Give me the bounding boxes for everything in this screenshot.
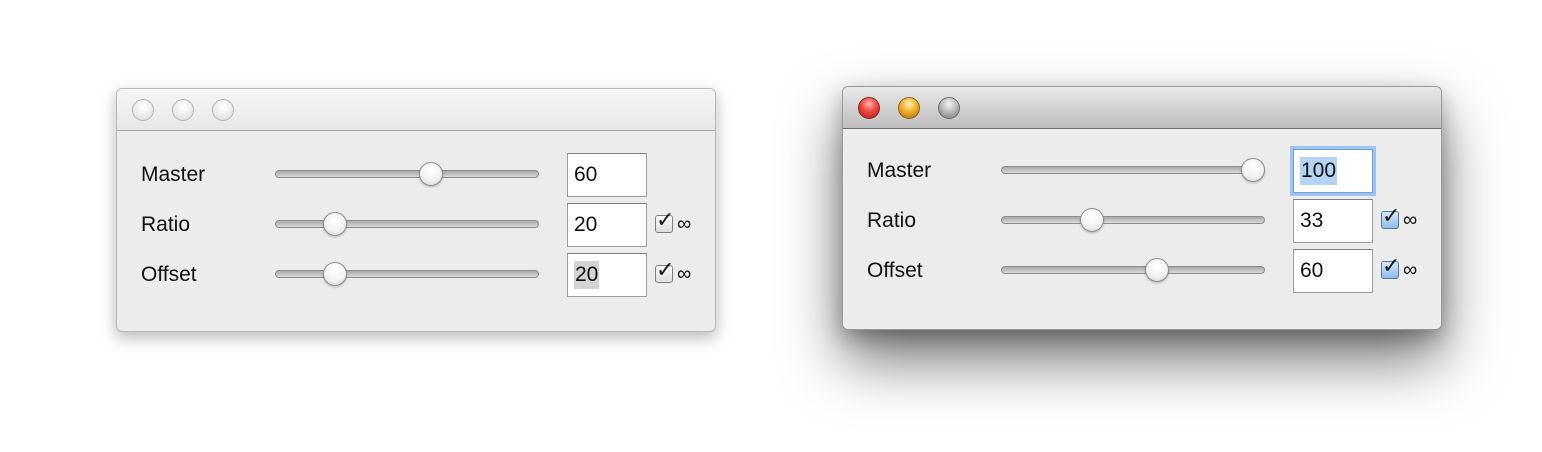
ratio-row: Ratio 33 ✓ ∞ [843, 199, 1441, 243]
active-window: Master 100 Ratio 33 ✓ ∞ Offset 60 ✓ ∞ [842, 86, 1442, 330]
offset-slider[interactable] [1001, 258, 1265, 282]
master-value: 60 [574, 163, 598, 186]
offset-value-field[interactable]: 20 [567, 253, 647, 297]
ratio-label: Ratio [867, 209, 917, 232]
inactive-window: Master 60 Ratio 20 ✓ ∞ Offset 20 ✓ ∞ [116, 88, 716, 332]
zoom-button[interactable] [938, 97, 960, 119]
ratio-value-field[interactable]: 33 [1293, 199, 1373, 243]
offset-label: Offset [141, 263, 197, 286]
checkmark-icon: ✓ [1382, 203, 1401, 228]
slider-thumb[interactable] [323, 212, 347, 236]
title-bar[interactable] [117, 89, 715, 131]
desktop: Master 60 Ratio 20 ✓ ∞ Offset 20 ✓ ∞ Mas… [0, 0, 1542, 452]
offset-value: 60 [1300, 259, 1324, 282]
slider-thumb[interactable] [1080, 208, 1105, 232]
slider-track[interactable] [1001, 266, 1265, 274]
ratio-row: Ratio 20 ✓ ∞ [117, 203, 715, 247]
close-button[interactable] [132, 99, 154, 121]
offset-row: Offset 20 ✓ ∞ [117, 253, 715, 297]
master-slider[interactable] [275, 162, 539, 186]
offset-infinity-checkbox[interactable]: ✓ [655, 259, 674, 283]
slider-thumb[interactable] [323, 262, 347, 286]
master-row: Master 60 [117, 153, 715, 197]
slider-track[interactable] [275, 170, 539, 178]
master-value: 100 [1300, 157, 1338, 185]
ratio-slider[interactable] [275, 212, 539, 236]
slider-track[interactable] [1001, 166, 1265, 174]
ratio-infinity-checkbox[interactable]: ✓ [655, 209, 674, 233]
slider-thumb[interactable] [1145, 258, 1169, 282]
offset-label: Offset [867, 259, 923, 282]
minimize-button[interactable] [172, 99, 194, 121]
offset-row: Offset 60 ✓ ∞ [843, 249, 1441, 293]
checkmark-icon: ✓ [656, 257, 675, 282]
ratio-slider[interactable] [1001, 208, 1265, 232]
ratio-infinity-checkbox[interactable]: ✓ [1381, 205, 1400, 229]
ratio-infinity-label: ∞ [677, 213, 692, 235]
ratio-value: 20 [574, 213, 598, 236]
offset-infinity-label: ∞ [677, 263, 692, 285]
offset-infinity-label: ∞ [1403, 259, 1418, 281]
title-bar[interactable] [843, 87, 1441, 129]
ratio-label: Ratio [141, 213, 191, 236]
offset-value-field[interactable]: 60 [1293, 249, 1373, 293]
ratio-value: 33 [1300, 209, 1324, 232]
offset-slider[interactable] [275, 262, 539, 286]
ratio-value-field[interactable]: 20 [567, 203, 647, 247]
checkmark-icon: ✓ [1382, 253, 1401, 278]
slider-track[interactable] [275, 270, 539, 278]
offset-infinity-checkbox[interactable]: ✓ [1381, 255, 1400, 279]
zoom-button[interactable] [212, 99, 234, 121]
ratio-infinity-label: ∞ [1403, 209, 1418, 231]
slider-thumb[interactable] [1241, 158, 1265, 182]
master-label: Master [141, 163, 206, 186]
slider-thumb[interactable] [419, 162, 443, 186]
minimize-button[interactable] [898, 97, 920, 119]
slider-track[interactable] [275, 220, 539, 228]
close-button[interactable] [858, 97, 880, 119]
slider-track[interactable] [1001, 216, 1265, 224]
checkmark-icon: ✓ [656, 207, 675, 232]
master-value-field[interactable]: 100 [1293, 149, 1373, 193]
master-value-field[interactable]: 60 [567, 153, 647, 197]
master-label: Master [867, 159, 932, 182]
offset-value: 20 [574, 261, 600, 289]
master-slider[interactable] [1001, 158, 1265, 182]
master-row: Master 100 [843, 149, 1441, 193]
